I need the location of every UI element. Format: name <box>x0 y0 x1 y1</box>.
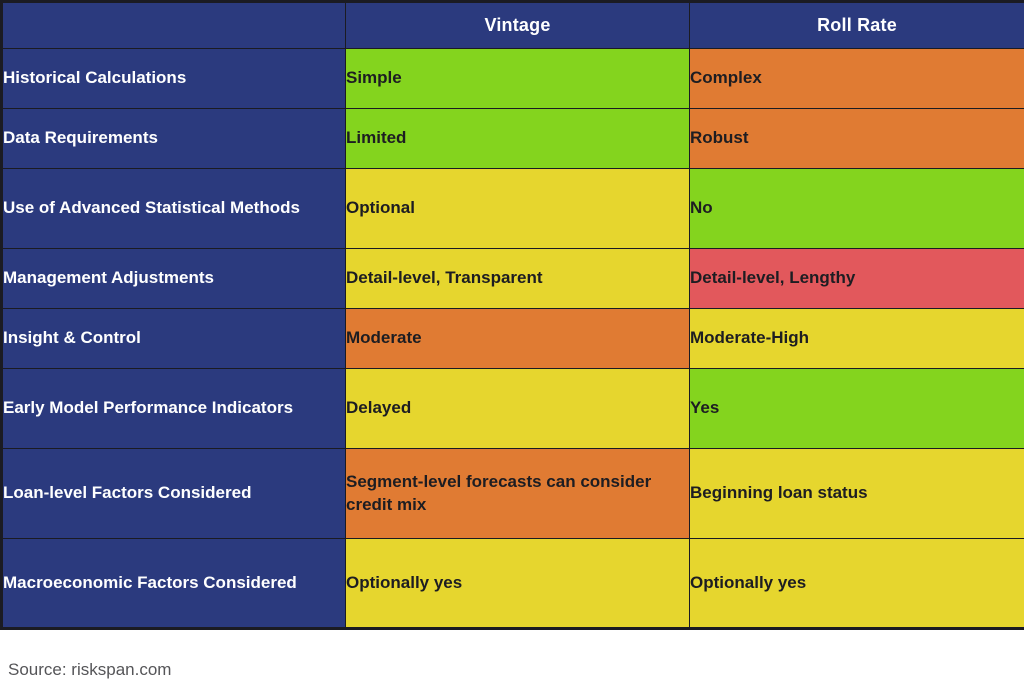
roll-rate-value-cell: Optionally yes <box>689 538 1024 629</box>
vintage-value-cell: Simple <box>345 48 690 109</box>
criteria-label: Historical Calculations <box>1 48 346 109</box>
header-row: Vintage Roll Rate <box>1 1 1024 49</box>
table-row: Historical Calculations Simple Complex <box>1 48 1024 109</box>
vintage-value-cell: Moderate <box>345 308 690 369</box>
criteria-label: Macroeconomic Factors Considered <box>1 538 346 629</box>
roll-rate-value-cell: Robust <box>689 108 1024 169</box>
criteria-label: Management Adjustments <box>1 248 346 309</box>
vintage-vs-rollrate-table: Vintage Roll Rate Historical Calculation… <box>0 0 1024 630</box>
criteria-label: Use of Advanced Statistical Methods <box>1 168 346 249</box>
source-attribution: Source: riskspan.com <box>8 660 172 679</box>
table-row: Loan-level Factors Considered Segment-lev… <box>1 448 1024 539</box>
roll-rate-value-cell: Yes <box>689 368 1024 449</box>
table-row: Management Adjustments Detail-level, Tran… <box>1 248 1024 309</box>
roll-rate-value-cell: Detail-level, Lengthy <box>689 248 1024 309</box>
vintage-value-cell: Optionally yes <box>345 538 690 629</box>
table-header: Vintage Roll Rate <box>1 1 1024 49</box>
roll-rate-value-cell: Beginning loan status <box>689 448 1024 539</box>
header-criteria-blank <box>1 1 346 49</box>
comparison-table-page: Vintage Roll Rate Historical Calculation… <box>0 0 1024 688</box>
criteria-label: Early Model Performance Indicators <box>1 368 346 449</box>
vintage-value-cell: Limited <box>345 108 690 169</box>
roll-rate-value-cell: Complex <box>689 48 1024 109</box>
roll-rate-value-cell: Moderate-High <box>689 308 1024 369</box>
column-header-roll-rate: Roll Rate <box>689 1 1024 49</box>
vintage-value-cell: Delayed <box>345 368 690 449</box>
table-body: Historical Calculations Simple Complex Data… <box>1 48 1024 629</box>
roll-rate-value-cell: No <box>689 168 1024 249</box>
criteria-label: Data Requirements <box>1 108 346 169</box>
table-row: Macroeconomic Factors Considered Optional… <box>1 538 1024 629</box>
vintage-value-cell: Optional <box>345 168 690 249</box>
table-row: Data Requirements Limited Robust <box>1 108 1024 169</box>
table-row: Early Model Performance Indicators Delaye… <box>1 368 1024 449</box>
vintage-value-cell: Segment-level forecasts can consider cre… <box>345 448 690 539</box>
table-row: Use of Advanced Statistical Methods Optio… <box>1 168 1024 249</box>
column-header-vintage: Vintage <box>345 1 690 49</box>
table-row: Insight & Control Moderate Moderate-High <box>1 308 1024 369</box>
criteria-label: Insight & Control <box>1 308 346 369</box>
vintage-value-cell: Detail-level, Transparent <box>345 248 690 309</box>
criteria-label: Loan-level Factors Considered <box>1 448 346 539</box>
